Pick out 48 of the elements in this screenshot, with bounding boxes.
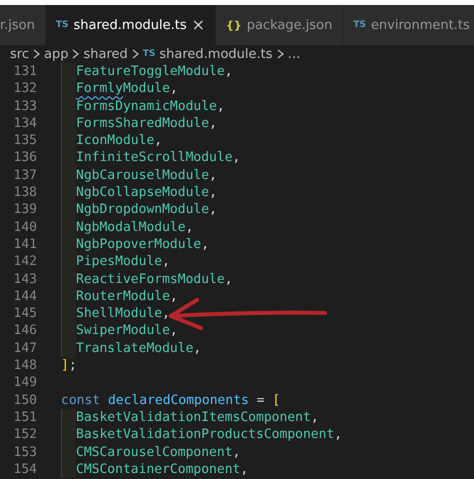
line-number: 131 [12,63,37,80]
line-number: 136 [12,149,37,167]
tab-label: r.json [0,18,35,32]
typescript-file-icon: TS [142,49,156,59]
typescript-file-icon: TS [56,20,68,30]
editor-tab[interactable]: {} package.json [216,5,344,45]
line-number: 132 [12,80,37,98]
breadcrumb-item[interactable]: app [44,46,68,62]
line-number: 152 [12,426,37,444]
line-number: 145 [12,305,37,322]
code-line: const declaredComponents = [ [61,392,280,409]
tab-label: environment.ts [370,18,470,32]
line-number: 154 [12,460,37,478]
breadcrumb-item[interactable]: src [10,46,29,62]
line-number: 153 [12,444,37,461]
line-number: 134 [12,114,37,132]
line-number: 138 [12,184,37,202]
line-number: 139 [12,201,37,219]
tab-label: package.json [246,18,332,32]
line-number: 143 [12,270,37,288]
line-number: 137 [12,166,37,184]
line-number: 151 [12,408,37,426]
breadcrumb-item[interactable]: … [288,46,301,62]
chevron-icon [132,49,139,59]
line-number: 140 [12,218,37,236]
chevron-icon [276,49,284,59]
line-number: 141 [12,236,37,254]
typescript-file-icon: TS [353,20,366,30]
line-number: 133 [12,98,37,115]
close-icon[interactable]: × [192,17,206,33]
line-number: 150 [12,392,37,409]
line-number: 147 [12,340,37,358]
line-number: 142 [12,253,37,271]
chevron-icon [32,49,40,59]
breadcrumb-item[interactable]: shared [83,46,128,62]
editor-tab[interactable]: TS shared.module.ts × [46,5,216,45]
braces-icon: {} [226,18,242,32]
line-number: 148 [12,357,37,374]
code-line: ]; [61,357,77,374]
line-number: 146 [12,322,37,340]
editor-tab[interactable]: TS environment.ts [343,5,474,45]
editor-tab[interactable]: r.json [0,5,46,45]
tab-label: shared.module.ts [74,18,187,32]
line-number: 149 [12,374,37,392]
line-number: 144 [12,288,37,306]
chevron-icon [72,49,80,59]
line-number: 135 [12,132,37,150]
breadcrumb-item[interactable]: shared.module.ts [159,46,273,62]
